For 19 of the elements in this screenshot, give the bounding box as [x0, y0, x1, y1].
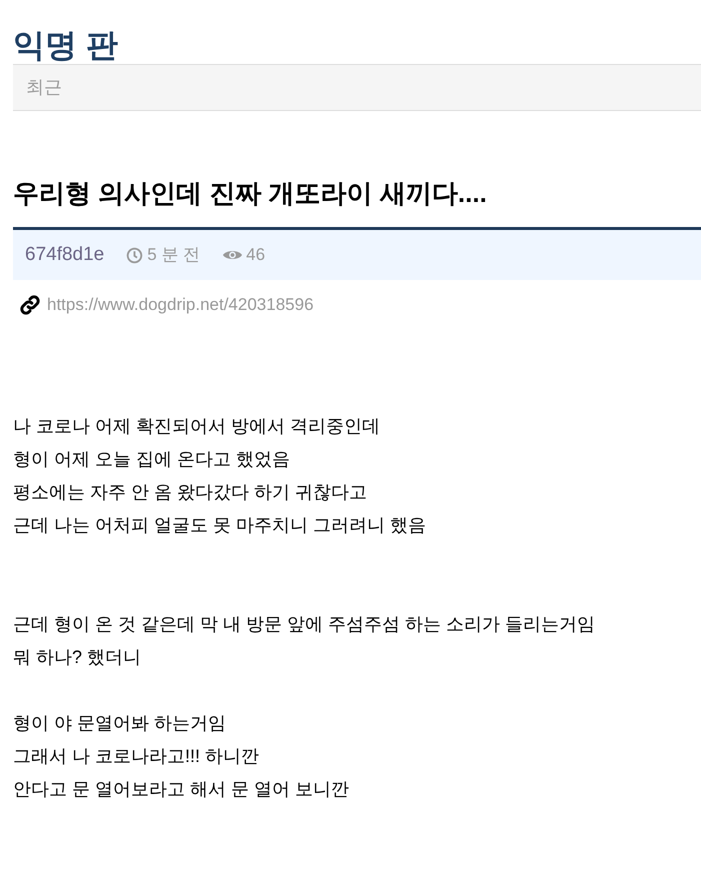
body-line: 형이 어제 오늘 집에 온다고 했었음	[13, 448, 290, 470]
body-line: 평소에는 자주 안 옴 왔다갔다 하기 귀찮다고	[13, 480, 368, 504]
author-id: 674f8d1e	[25, 242, 104, 267]
body-line: 형이 야 문열어봐 하는거임	[13, 712, 226, 734]
body-line: 근데 나는 어처피 얼굴도 못 마주치니 그러려니 했음	[13, 514, 426, 536]
post-title: 우리형 의사인데 진짜 개또라이 새끼다....	[13, 177, 488, 210]
body-line: 나 코로나 어제 확진되어서 방에서 격리중인데	[13, 414, 380, 438]
eye-icon	[222, 248, 244, 262]
post-time: 5 분 전	[147, 244, 200, 266]
link-icon	[19, 294, 41, 316]
view-count: 46	[246, 244, 266, 266]
source-link[interactable]: https://www.dogdrip.net/420318596	[47, 292, 314, 318]
body-line: 안다고 문 열어보라고 해서 문 열어 보니깐	[13, 778, 350, 800]
body-line: 그래서 나 코로나라고!!! 하니깐	[13, 744, 260, 768]
tab[interactable]: 최근	[13, 74, 75, 101]
body-line: 근데 형이 온 것 같은데 막 내 방문 앞에 주섬주섬 하는 소리가 들리는거임	[13, 612, 596, 636]
clock-icon	[126, 246, 144, 264]
body-line: 뭐 하나? 했더니	[13, 646, 142, 668]
board-title: 익명 판	[13, 26, 119, 64]
